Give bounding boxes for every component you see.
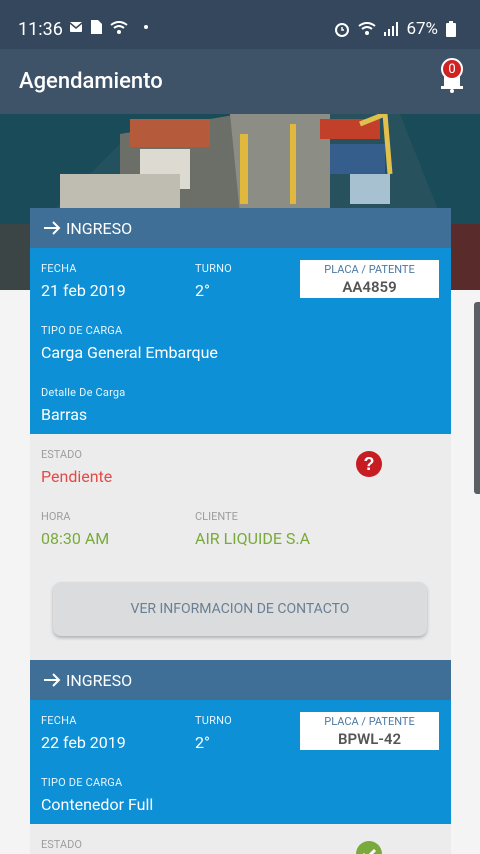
appointment-card[interactable]: INGRESO FECHA 21 feb 2019 TURNO 2° PLACA… [30, 208, 451, 660]
fecha-label: FECHA [41, 262, 77, 275]
hora-label: HORA [41, 510, 71, 523]
arrow-right-icon [44, 221, 61, 235]
card-header: INGRESO [30, 208, 451, 248]
wifi-call-icon [358, 22, 377, 35]
card-status: ESTADO Pendiente ? HORA 08:30 AM CLIENTE… [30, 434, 451, 660]
placa-label: PLACA / PATENTE [324, 715, 415, 728]
arrow-right-icon [44, 673, 61, 687]
turno-label: TURNO [195, 262, 232, 275]
placa-box: PLACA / PATENTE AA4859 [300, 260, 439, 298]
svg-text:?: ? [364, 454, 375, 474]
fecha-value: 22 feb 2019 [41, 733, 126, 752]
tipo-label: TIPO DE CARGA [41, 776, 123, 789]
battery-percentage: 67% [406, 19, 438, 39]
card-type: INGRESO [66, 670, 133, 690]
signal-icon [384, 22, 399, 36]
status-bar: 11:36 67% [0, 0, 480, 49]
placa-value: AA4859 [342, 278, 397, 296]
detalle-value: Barras [41, 405, 88, 424]
dot-icon [144, 25, 148, 29]
cliente-label: CLIENTE [195, 510, 238, 523]
alarm-icon [335, 23, 350, 37]
fecha-value: 21 feb 2019 [41, 281, 126, 300]
contact-info-button[interactable]: VER INFORMACION DE CONTACTO [53, 582, 427, 636]
check-icon[interactable] [356, 841, 382, 854]
tipo-value: Contenedor Full [41, 795, 154, 814]
placa-value: BPWL-42 [337, 730, 402, 748]
tipo-label: TIPO DE CARGA [41, 324, 123, 337]
card-details: FECHA 21 feb 2019 TURNO 2° PLACA / PATEN… [30, 248, 451, 434]
cliente-value: AIR LIQUIDE S.A [195, 529, 311, 548]
fecha-label: FECHA [41, 714, 77, 727]
card-type: INGRESO [66, 218, 133, 238]
question-icon[interactable]: ? [356, 451, 382, 477]
sim-icon [91, 20, 102, 34]
app-bar: Agendamiento [0, 49, 480, 114]
hora-value: 08:30 AM [41, 529, 110, 548]
tipo-value: Carga General Embarque [41, 343, 218, 362]
estado-value: Pendiente [41, 467, 113, 486]
turno-value: 2° [195, 733, 210, 752]
appointment-card[interactable]: INGRESO FECHA 22 feb 2019 TURNO 2° PLACA… [30, 660, 451, 854]
card-status: ESTADO [30, 824, 451, 854]
status-time: 11:36 [18, 19, 63, 40]
card-header: INGRESO [30, 660, 451, 700]
wifi-icon [110, 20, 128, 34]
turno-label: TURNO [195, 714, 232, 727]
page-title: Agendamiento [19, 69, 163, 94]
turno-value: 2° [195, 281, 210, 300]
placa-label: PLACA / PATENTE [324, 263, 415, 276]
mail-icon [70, 22, 82, 32]
estado-label: ESTADO [41, 838, 82, 851]
scrollbar[interactable] [474, 302, 480, 494]
estado-label: ESTADO [41, 448, 82, 461]
notification-badge[interactable]: 0 [441, 58, 463, 80]
battery-icon [446, 21, 456, 37]
placa-box: PLACA / PATENTE BPWL-42 [300, 712, 439, 750]
card-details: FECHA 22 feb 2019 TURNO 2° PLACA / PATEN… [30, 700, 451, 824]
detalle-label: Detalle De Carga [41, 386, 126, 399]
